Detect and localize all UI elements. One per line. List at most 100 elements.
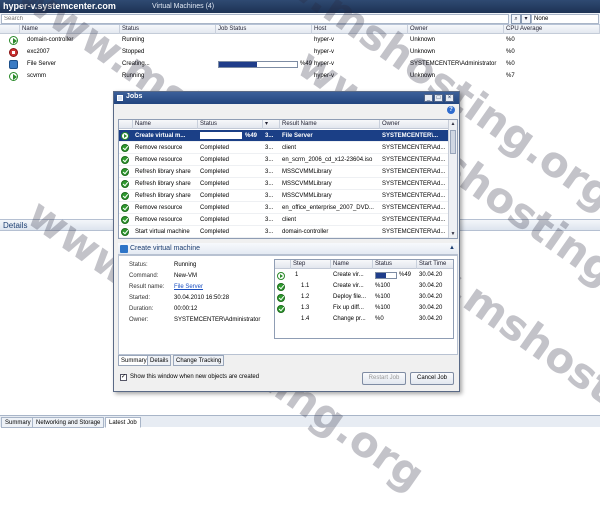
job-result-name: File Server (282, 133, 313, 139)
job-row[interactable]: Create virtual m... %49 3... File Server SYS… (119, 130, 449, 142)
step-row[interactable]: 1.1 Create vir... %100 30.04.20 (275, 281, 453, 292)
cancel-job-button[interactable]: Cancel Job (410, 372, 454, 385)
vm-cpu: %0 (506, 61, 515, 67)
vm-status: Running (122, 73, 145, 79)
scroll-down-icon[interactable]: ▼ (449, 230, 457, 238)
job-row[interactable]: Remove resource Completed 3... client SYSTEM… (119, 214, 449, 226)
vm-owner: Unknown (410, 37, 436, 43)
job-name: Create virtual m... (135, 133, 186, 139)
tab-change-tracking[interactable]: Change Tracking (173, 355, 225, 366)
scroll-up-icon[interactable]: ▲ (449, 120, 457, 128)
step-status: %0 (375, 316, 384, 322)
search-input[interactable] (1, 14, 509, 24)
column-job-status[interactable]: Job Status (216, 25, 312, 34)
job-row[interactable]: Refresh library share Completed 3... MSSCVM… (119, 166, 449, 178)
search-icon[interactable]: ⌕ (511, 14, 521, 24)
steps-table-header: Step Name Status Start Time (275, 260, 453, 269)
column-sort[interactable]: ▾ (263, 120, 280, 129)
help-icon[interactable]: ? (447, 106, 455, 114)
job-result-name: client (282, 145, 297, 151)
restart-job-button[interactable]: Restart Job (362, 372, 406, 385)
step-row[interactable]: 1.2 Deploy file... %100 30.04.20 (275, 292, 453, 303)
tab-summary[interactable]: Summary (118, 355, 150, 366)
job-row[interactable]: Refresh library share Completed 3... MSSCVM… (119, 190, 449, 202)
column-icon[interactable] (0, 25, 20, 34)
jobs-scrollbar[interactable]: ▲ ▼ (448, 120, 457, 238)
vm-row[interactable]: domain-controller Running hyper-v Unknown %0 (0, 35, 600, 46)
step-name: Deploy file... (333, 294, 367, 300)
job-result-name: MSSCVMMLibrary (282, 181, 332, 187)
column-status[interactable]: Status (373, 260, 417, 269)
completed-icon (277, 294, 285, 302)
tab-networking-storage[interactable]: Networking and Storage (32, 417, 105, 428)
column-status[interactable]: Status (198, 120, 263, 129)
job-status: %49 (245, 133, 258, 139)
completed-icon (121, 180, 129, 188)
running-icon (277, 272, 285, 280)
column-icon[interactable] (275, 260, 291, 269)
column-step[interactable]: Step (291, 260, 331, 269)
column-owner[interactable]: Owner (408, 25, 504, 34)
job-name: Remove resource (135, 217, 183, 223)
vm-row[interactable]: File Server Creating... hyper-v SYSTEMCENTE… (0, 59, 600, 70)
vm-row[interactable]: scvmm Running hyper-v Unknown %7 (0, 71, 600, 82)
maximize-icon[interactable]: □ (434, 94, 443, 102)
job-row[interactable]: Refresh library share Completed 3... MSSCVM… (119, 178, 449, 190)
job-col3: 3... (265, 229, 274, 235)
job-status: Completed (200, 145, 230, 151)
step-name: Create vir... (333, 272, 364, 278)
column-result-name[interactable]: Result Name (280, 120, 380, 129)
job-row[interactable]: Remove resource Completed 3... en_office_en… (119, 202, 449, 214)
column-name[interactable]: Name (133, 120, 198, 129)
completed-icon (277, 305, 285, 313)
job-status: Completed (200, 169, 230, 175)
job-row[interactable]: Remove resource Completed 3... en_scrm_2006… (119, 154, 449, 166)
step-row[interactable]: 1.4 Change pr... %0 30.04.20 (275, 314, 453, 325)
tab-summary[interactable]: Summary (1, 417, 35, 428)
job-result-name: en_scrm_2006_cd_x12-23604.iso (282, 157, 373, 163)
tab-details[interactable]: Details (147, 355, 172, 366)
job-col3: 3... (265, 217, 274, 223)
completed-icon (277, 283, 285, 291)
search-bar: ⌕ ▾ None (0, 13, 600, 25)
vm-name: domain-controller (27, 37, 74, 43)
collapse-icon[interactable]: ▲ (449, 245, 455, 251)
title-bar: hyper-v.systemcenter.com Virtual Machine… (0, 0, 600, 13)
dropdown-arrow-icon[interactable]: ▾ (521, 14, 531, 24)
step-start-time: 30.04.20 (419, 294, 443, 300)
column-status[interactable]: Status (120, 25, 216, 34)
step-row[interactable]: 1 Create vir... %49 30.04.20 (275, 270, 453, 281)
job-row[interactable]: Remove resource Completed 3... client SYSTEM… (119, 142, 449, 154)
filter-select[interactable]: None (531, 14, 599, 24)
completed-icon (121, 144, 129, 152)
result-link[interactable]: File Server (174, 283, 274, 291)
progress-fill (201, 133, 221, 138)
column-icon[interactable] (119, 120, 133, 129)
step-name: Create vir... (333, 283, 364, 289)
scroll-thumb[interactable] (450, 130, 456, 154)
minimize-icon[interactable]: _ (424, 94, 433, 102)
job-row[interactable]: Start virtual machine Completed 3... domain… (119, 226, 449, 238)
show-window-checkbox[interactable]: ✓ (120, 374, 127, 381)
column-name[interactable]: Name (331, 260, 373, 269)
column-host[interactable]: Host (312, 25, 408, 34)
column-owner[interactable]: Owner (380, 120, 449, 129)
jobs-title-bar[interactable]: Jobs _ □ × (114, 92, 459, 104)
step-start-time: 30.04.20 (419, 305, 443, 311)
progress-fill (219, 62, 258, 67)
vm-row[interactable]: exc2007 Stopped hyper-v Unknown %0 (0, 47, 600, 58)
window-icon (117, 95, 123, 101)
jobs-table: Name Status ▾ Result Name Owner Create v… (118, 119, 458, 239)
tab-latest-job[interactable]: Latest Job (105, 417, 141, 428)
column-cpu[interactable]: CPU Average (504, 25, 600, 34)
close-icon[interactable]: × (445, 94, 454, 102)
step-status: %100 (375, 283, 391, 289)
job-name: Refresh library share (135, 169, 191, 175)
job-detail-title: Create virtual machine (130, 245, 201, 252)
job-detail-header[interactable]: Create virtual machine ▲ (118, 243, 458, 255)
column-name[interactable]: Name (20, 25, 120, 34)
vm-name: File Server (27, 61, 57, 67)
step-row[interactable]: 1.3 Fix up diff... %100 30.04.20 (275, 303, 453, 314)
column-start-time[interactable]: Start Time (417, 260, 453, 269)
step-progress-bar (375, 272, 397, 279)
